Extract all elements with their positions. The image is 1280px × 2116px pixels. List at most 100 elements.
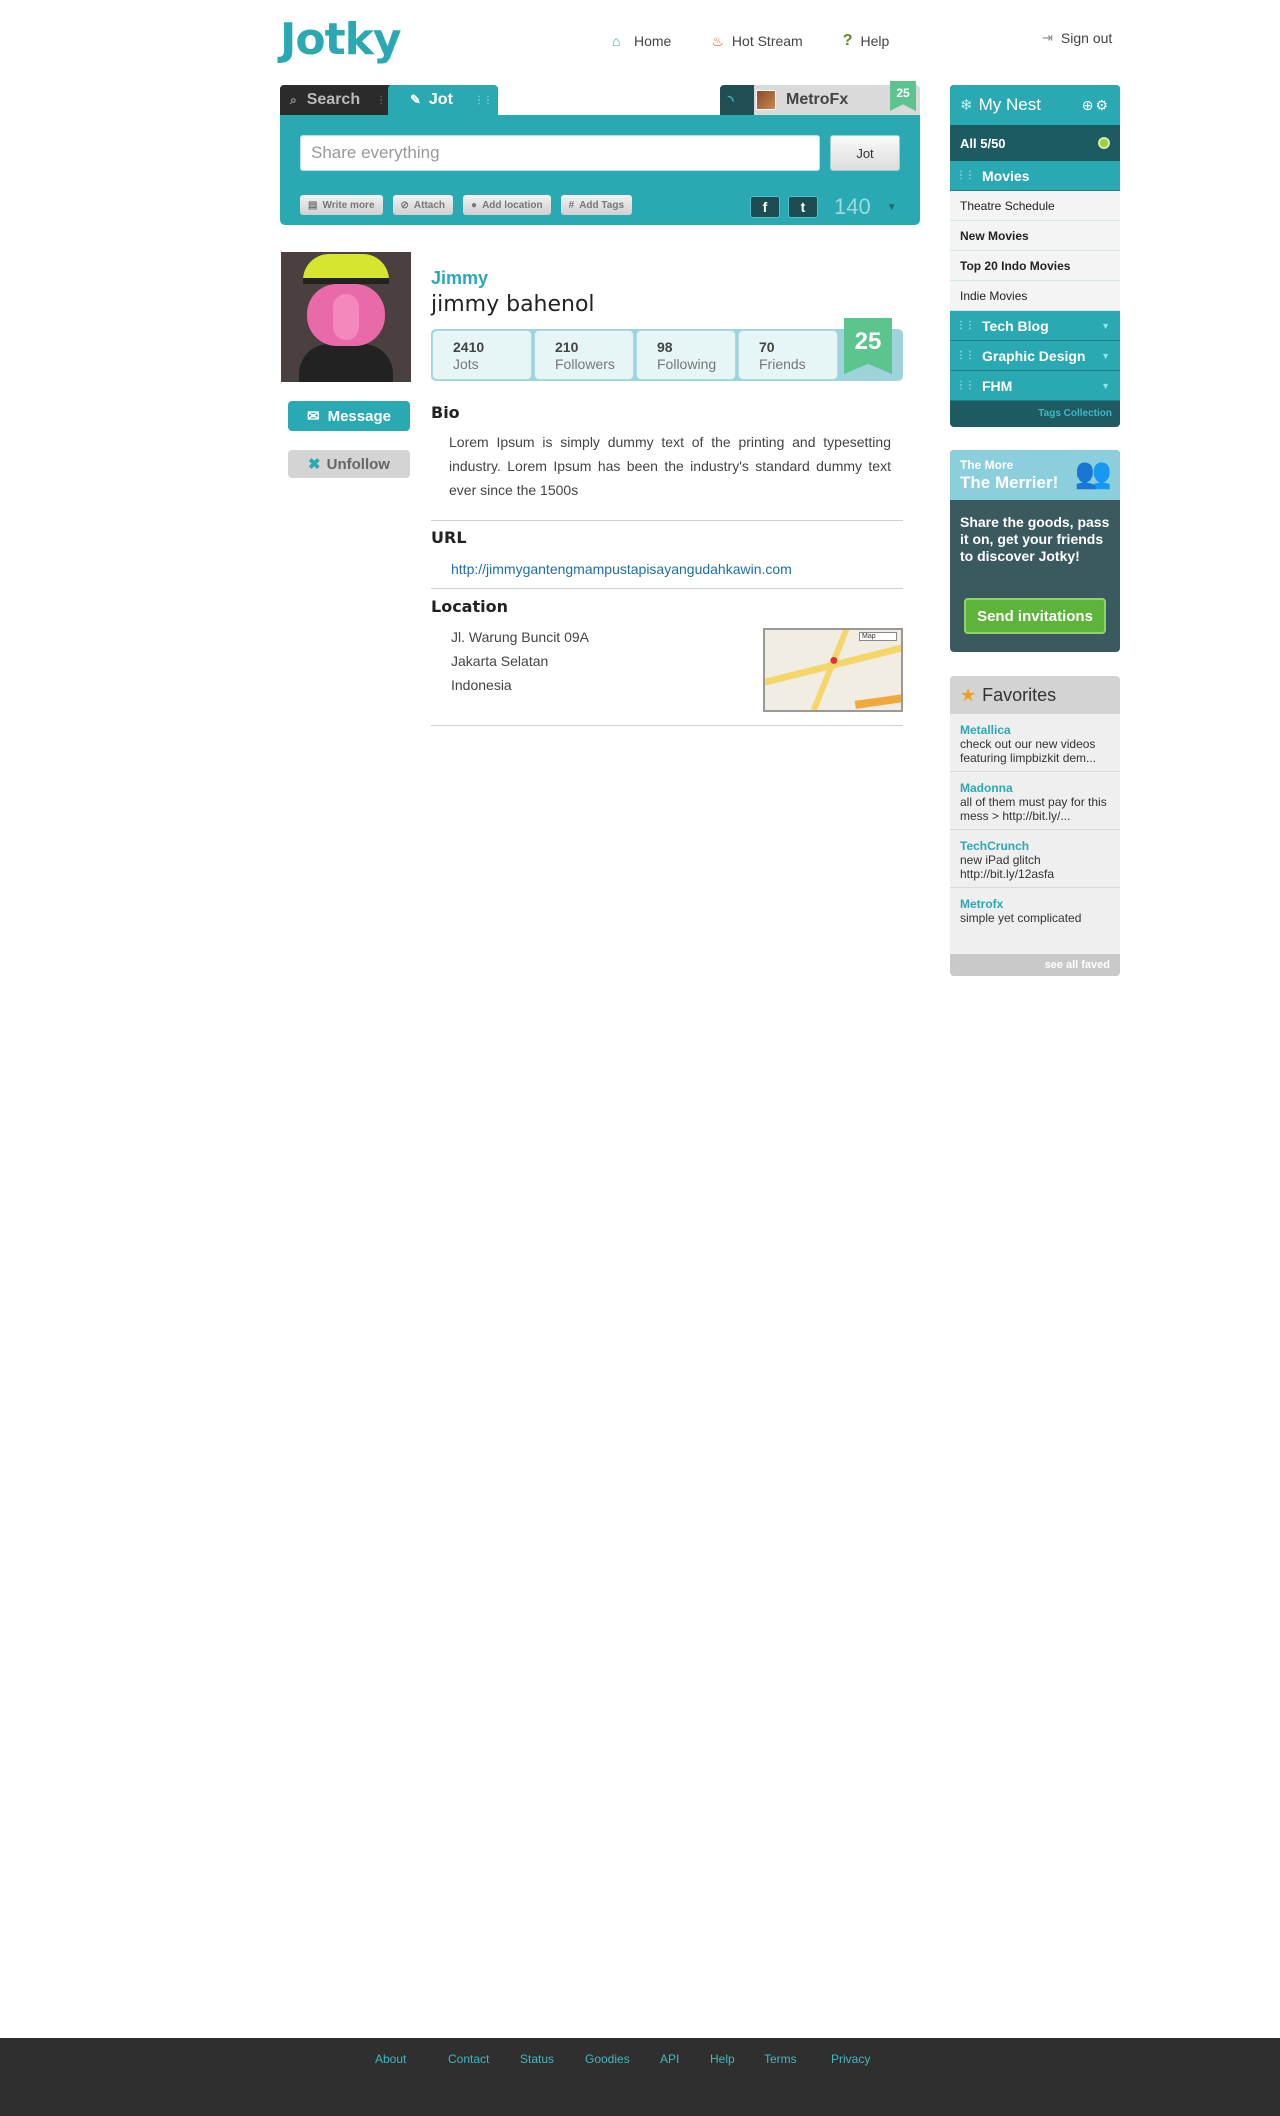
nest-item-theatre-schedule[interactable]: Theatre Schedule [950,191,1120,221]
send-invitations-button[interactable]: Send invitations [964,598,1106,634]
favorite-author[interactable]: TechCrunch [960,839,1110,853]
profile-stats: 2410 Jots 210 Followers 98 Following 70 … [431,329,903,381]
nav-hot-stream[interactable]: ♨ Hot Stream [711,32,802,50]
profile-url-link[interactable]: http://jimmygantengmampustapisayangudahk… [451,561,792,577]
favorite-text: simple yet complicated [960,911,1082,925]
status-dot-icon [1098,137,1110,149]
drag-grip-icon: ⋮⋮ [956,320,975,331]
location-map[interactable]: ● Map [763,628,903,712]
tags-collection-link[interactable]: Tags Collection [950,401,1120,425]
footer-link-status[interactable]: Status [520,2052,554,2066]
nest-all-row[interactable]: All 5/50 [950,125,1120,161]
tab-search-label: Search [306,91,361,108]
tab-user-stream[interactable]: ◝ MetroFx 25 [720,81,920,115]
chevron-down-icon[interactable]: ▼ [1101,321,1110,331]
stat-label: Followers [555,356,615,372]
add-location-button[interactable]: ● Add location [463,195,551,215]
footer-link-help[interactable]: Help [710,2052,735,2066]
twitter-toggle[interactable]: t [788,196,818,218]
nest-item-indie-movies[interactable]: Indie Movies [950,281,1120,311]
tab-user-label: MetroFx [786,91,849,108]
stat-following[interactable]: 98 Following [636,330,736,380]
nest-item-new-movies[interactable]: New Movies [950,221,1120,251]
footer-link-privacy[interactable]: Privacy [831,2052,870,2066]
stat-label: Friends [759,356,806,372]
favorite-text: all of them must pay for this mess > htt… [960,795,1107,823]
favorite-item[interactable]: Metrofx simple yet complicated [950,888,1120,931]
favorite-item[interactable]: TechCrunch new iPad glitch http://bit.ly… [950,830,1120,888]
location-heading: Location [431,597,508,616]
divider [431,588,903,589]
attach-button[interactable]: ⊘ Attach [392,195,454,215]
people-icon: 👥 [1074,457,1112,490]
stat-followers[interactable]: 210 Followers [534,330,634,380]
see-all-faved-link[interactable]: see all faved [950,954,1120,976]
nest-group-fhm[interactable]: ⋮⋮ FHM ▼ [950,371,1120,401]
jot-input[interactable]: Share everything [300,135,820,171]
chevron-down-icon[interactable]: ▼ [887,202,897,213]
my-nest-title: My Nest [978,95,1041,114]
composer-tools: ▤ Write more ⊘ Attach ● Add location # A… [300,195,633,215]
bio-heading: Bio [431,403,460,422]
favorite-author[interactable]: Metrofx [960,897,1110,911]
stat-value: 2410 [453,339,485,355]
favorite-item[interactable]: Metallica check out our new videos featu… [950,714,1120,772]
nest-item-top-20-indo-movies[interactable]: Top 20 Indo Movies [950,251,1120,281]
message-button[interactable]: ✉ Message [288,401,410,431]
map-road [854,691,901,709]
footer-link-contact[interactable]: Contact [448,2052,489,2066]
hash-icon: # [568,199,575,211]
user-mini-avatar [756,90,776,110]
footer-link-about[interactable]: About [375,2052,406,2066]
flame-icon: ♨ [711,32,724,49]
message-label: Message [327,407,391,425]
bio-text: Lorem Ipsum is simply dummy text of the … [449,434,891,498]
footer-link-goodies[interactable]: Goodies [585,2052,630,2066]
tab-jot-label: Jot [428,91,453,108]
top-navigation: ⌂ Home ♨ Hot Stream ? Help [612,32,889,50]
add-tags-button[interactable]: # Add Tags [560,195,633,215]
favorite-item[interactable]: Madonna all of them must pay for this me… [950,772,1120,830]
star-icon: ★ [960,684,977,705]
unfollow-user-icon: ✖ [308,456,321,473]
map-type-select[interactable]: Map [859,632,897,641]
stat-jots[interactable]: 2410 Jots [432,330,532,380]
jot-composer: Share everything Jot ▤ Write more ⊘ Atta… [280,115,920,225]
address-line: Jl. Warung Buncit 09A [451,629,589,645]
favorite-author[interactable]: Metallica [960,723,1110,737]
sign-out-link[interactable]: ⇥ Sign out [1042,30,1112,46]
facebook-toggle[interactable]: f [750,196,780,218]
share-social: f t 140 ▼ [750,194,897,220]
favorites-panel: ★ Favorites Metallica check out our new … [950,676,1120,976]
jot-submit-button[interactable]: Jot [830,135,900,171]
nest-group-tech-blog[interactable]: ⋮⋮ Tech Blog ▼ [950,311,1120,341]
tab-search[interactable]: ⌕ Search ⋮⋮ [280,85,395,115]
address-line: Jakarta Selatan [451,653,549,669]
map-pin-icon: ● [829,652,839,669]
stat-friends[interactable]: 70 Friends [738,330,838,380]
unfollow-button[interactable]: ✖ Unfollow [288,450,410,478]
chevron-down-icon[interactable]: ▼ [1101,351,1110,361]
page: Jotky ⌂ Home ♨ Hot Stream ? Help ⇥ Sign … [0,0,1280,2116]
favorite-author[interactable]: Madonna [960,781,1110,795]
nest-group-movies[interactable]: ⋮⋮ Movies [950,161,1120,191]
pencil-icon: ✎ [410,92,421,107]
jotky-logo[interactable]: Jotky [280,14,402,65]
drag-grip-icon: ⋮⋮ [956,170,975,181]
chevron-down-icon[interactable]: ▼ [1101,381,1110,391]
character-counter: 140 [834,194,871,219]
nest-group-graphic-design[interactable]: ⋮⋮ Graphic Design ▼ [950,341,1120,371]
write-more-button[interactable]: ▤ Write more [300,195,383,215]
footer-link-api[interactable]: API [660,2052,679,2066]
footer-link-terms[interactable]: Terms [764,2052,797,2066]
sign-out-icon: ⇥ [1042,30,1053,45]
nav-help[interactable]: ? Help [843,32,890,50]
search-icon: ⌕ [290,92,297,107]
location-address: Jl. Warung Buncit 09A Jakarta Selatan In… [451,625,589,697]
add-settings-icon[interactable]: ⊕⚙ [1082,97,1110,114]
tab-jot[interactable]: ✎ Jot ⋮⋮ [388,85,498,115]
question-icon: ? [842,32,853,49]
favorite-text: check out our new videos featuring limpb… [960,737,1097,765]
drag-grip-icon: ⋮⋮ [474,94,493,106]
nav-home[interactable]: ⌂ Home [612,32,671,50]
